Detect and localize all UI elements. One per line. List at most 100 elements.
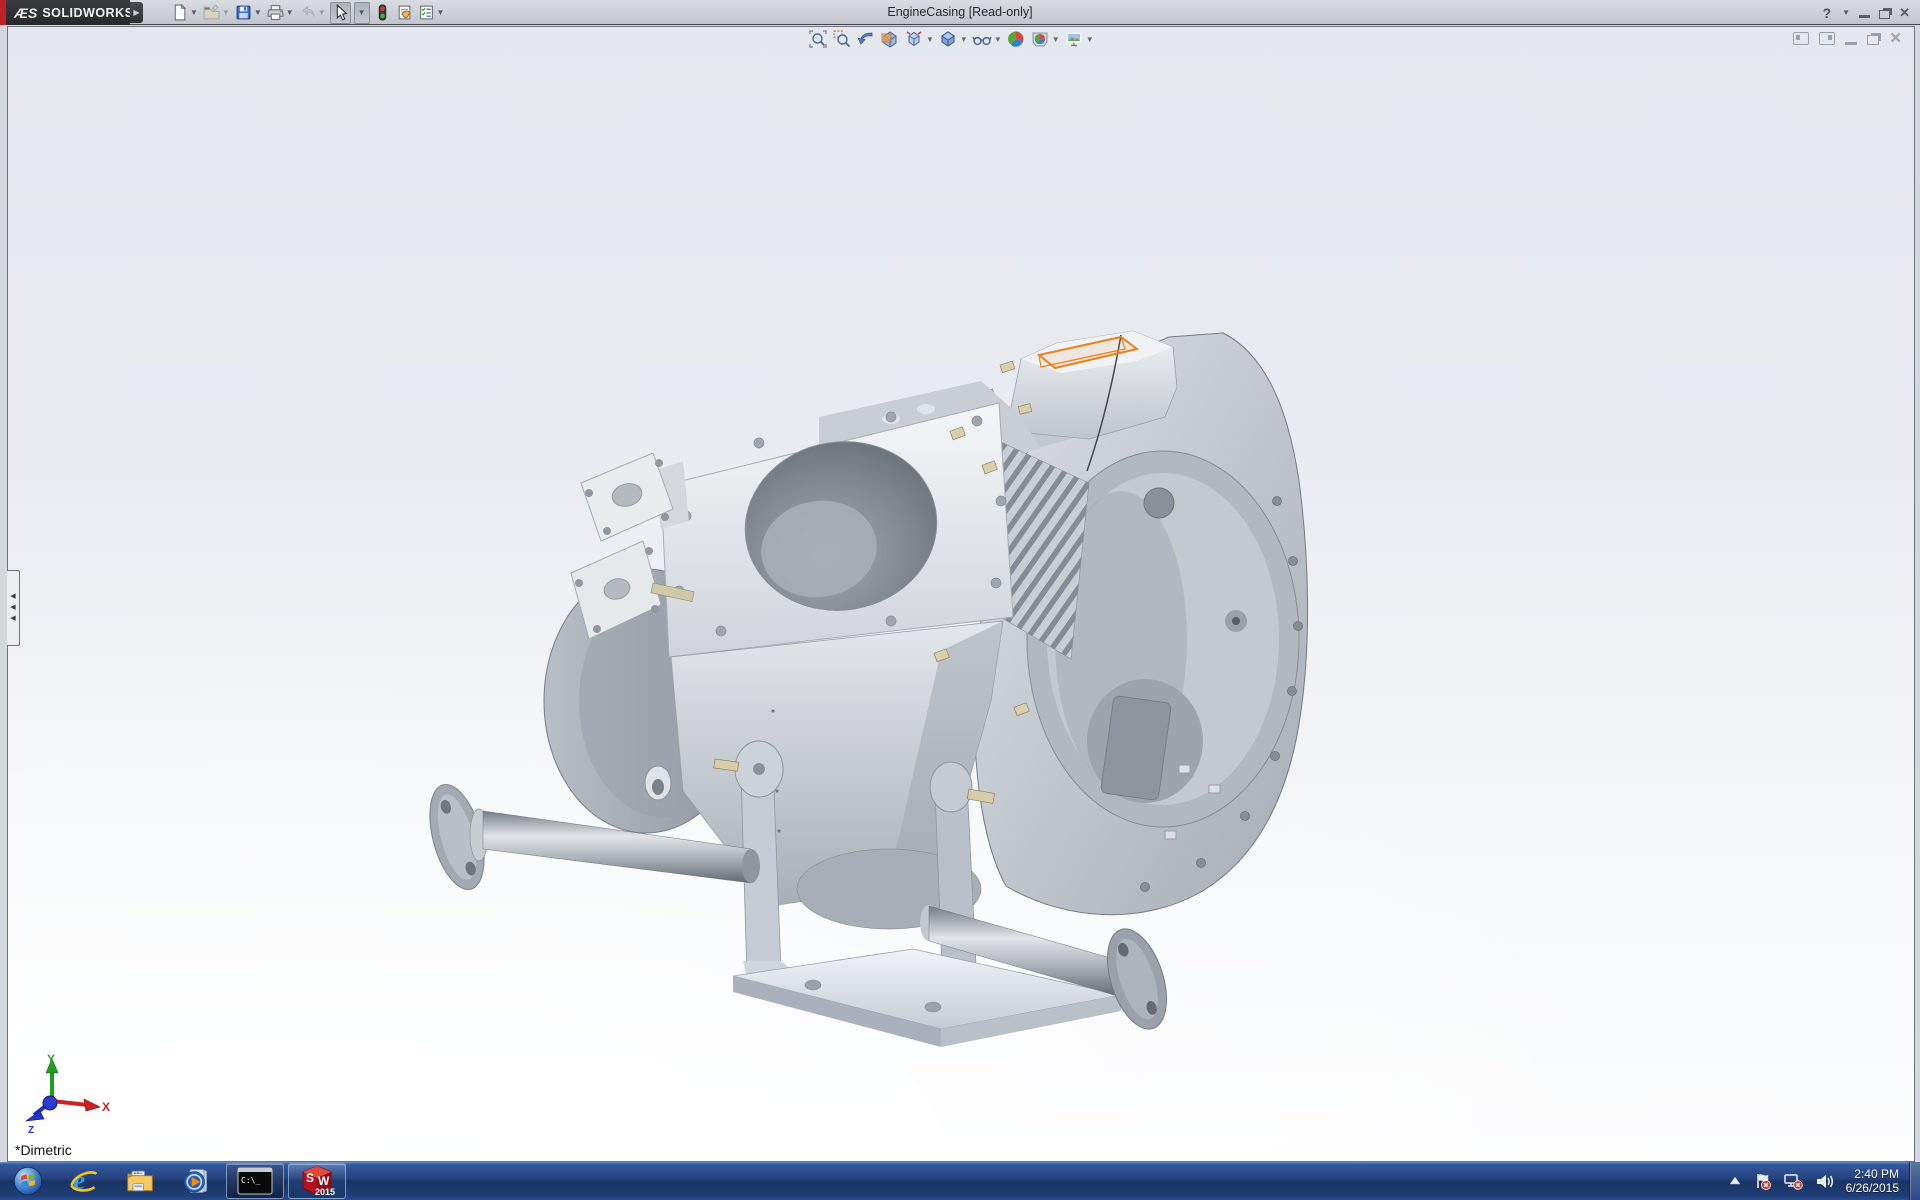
app-logo: ÆS SOLIDWORKS [6, 0, 130, 25]
dropdown-caret-icon[interactable]: ▼ [994, 35, 1002, 44]
minimize-button[interactable] [1859, 15, 1870, 18]
solidworks-2015-icon: S W 2015 [298, 1164, 336, 1198]
dropdown-caret-icon[interactable]: ▼ [437, 8, 445, 17]
solidworks-logo-icon: ÆS [14, 5, 37, 21]
dropdown-caret-icon[interactable]: ▼ [318, 8, 326, 17]
network-status-icon[interactable] [1783, 1172, 1803, 1190]
zoom-to-area-icon [832, 29, 852, 49]
titlebar-controls: ? ▼ ✕ [1823, 0, 1910, 25]
collapsed-panel-tab[interactable]: ◀ ◀ ◀ [7, 570, 20, 646]
hide-show-items-button[interactable]: ▼ [970, 28, 1004, 50]
doc-close-icon[interactable]: ✕ [1889, 31, 1902, 46]
folder-icon [125, 1166, 155, 1196]
dropdown-caret-icon[interactable]: ▼ [1086, 35, 1094, 44]
triad-y-label: Y [47, 1052, 55, 1066]
clock-date: 6/26/2015 [1846, 1181, 1899, 1195]
collapse-right-pane-icon[interactable] [1819, 32, 1835, 45]
select-dropdown[interactable]: ▼ [354, 2, 370, 24]
collapse-left-pane-icon[interactable] [1793, 32, 1809, 45]
options-button[interactable]: ▼ [417, 2, 446, 24]
media-player-button[interactable] [168, 1162, 224, 1200]
action-center-icon[interactable] [1753, 1172, 1771, 1190]
apply-scene-button[interactable]: ▼ [1028, 28, 1062, 50]
select-cursor-icon [332, 4, 349, 21]
print-button[interactable]: ▼ [266, 2, 295, 24]
cmd-label: C:\_ [241, 1176, 260, 1185]
view-orientation-name: *Dimetric [15, 1142, 72, 1158]
sw-year: 2015 [315, 1187, 335, 1197]
undo-button[interactable]: ▼ [298, 2, 327, 24]
view-settings-icon [1064, 29, 1084, 49]
main-toolbar: ▼ ▼ ▼ ▼ ▼ [170, 0, 445, 25]
command-prompt-button[interactable]: C:\_ [226, 1163, 284, 1199]
view-orientation-button[interactable]: ▼ [902, 28, 936, 50]
internet-explorer-icon: e [69, 1166, 99, 1196]
new-document-button[interactable]: ▼ [170, 2, 199, 24]
menu-expand-tab[interactable]: ▶ [130, 2, 143, 23]
dropdown-caret-icon[interactable]: ▼ [190, 8, 198, 17]
select-button[interactable] [330, 2, 351, 24]
document-title: EngineCasing [Read-only] [887, 5, 1032, 19]
internet-explorer-button[interactable]: e [56, 1162, 112, 1200]
restore-button[interactable] [1879, 10, 1890, 19]
show-hidden-icons-button[interactable] [1729, 1176, 1741, 1186]
left-arrow-icon: ◀ [10, 617, 15, 621]
traffic-light-icon [374, 4, 391, 21]
dropdown-caret-icon[interactable]: ▼ [254, 8, 262, 17]
edit-appearance-button[interactable] [1004, 28, 1028, 50]
apply-scene-icon [1030, 29, 1050, 49]
dropdown-caret-icon[interactable]: ▼ [960, 35, 968, 44]
graphics-viewport[interactable]: ▼ ▼ ▼ [7, 26, 1915, 1162]
section-view-button[interactable] [878, 28, 902, 50]
sw-letter-s: S [306, 1171, 314, 1185]
windows-taskbar: e [0, 1162, 1920, 1200]
open-button[interactable]: ▼ [202, 2, 231, 24]
brand-name: SOLIDWORKS [42, 6, 133, 20]
start-orb-icon [13, 1166, 43, 1196]
dropdown-caret-icon[interactable]: ▼ [926, 35, 934, 44]
help-button[interactable]: ? [1823, 5, 1832, 21]
left-arrow-icon: ◀ [10, 606, 15, 610]
zoom-to-area-button[interactable] [830, 28, 854, 50]
show-desktop-button[interactable] [1909, 1162, 1920, 1200]
title-bar: ÆS SOLIDWORKS ▶ ▼ ▼ ▼ [0, 0, 1920, 25]
section-view-icon [880, 29, 900, 49]
start-button[interactable] [0, 1162, 56, 1200]
document-window-controls: ✕ [1793, 31, 1902, 46]
dropdown-caret-icon[interactable]: ▼ [286, 8, 294, 17]
windows-explorer-button[interactable] [112, 1162, 168, 1200]
previous-view-icon [856, 29, 876, 49]
previous-view-button[interactable] [854, 28, 878, 50]
help-dropdown-caret-icon[interactable]: ▼ [1842, 8, 1850, 17]
file-properties-button[interactable] [395, 2, 414, 24]
orientation-triad: Y X Z [12, 1051, 112, 1139]
undo-icon [299, 4, 316, 21]
eyeglasses-icon [972, 29, 992, 49]
left-arrow-icon: ◀ [10, 595, 15, 599]
display-style-button[interactable]: ▼ [936, 28, 970, 50]
media-player-icon [181, 1166, 211, 1196]
triad-z-label: Z [28, 1125, 34, 1136]
volume-icon[interactable] [1815, 1173, 1834, 1190]
open-icon [203, 4, 220, 21]
dropdown-caret-icon[interactable]: ▼ [1052, 35, 1060, 44]
dropdown-caret-icon[interactable]: ▼ [222, 8, 230, 17]
doc-minimize-icon[interactable] [1845, 42, 1857, 45]
options-icon [418, 4, 435, 21]
save-button[interactable]: ▼ [234, 2, 263, 24]
tray-clock[interactable]: 2:40 PM 6/26/2015 [1846, 1167, 1903, 1195]
zoom-to-fit-icon [808, 29, 828, 49]
rebuild-button[interactable] [373, 2, 392, 24]
close-button[interactable]: ✕ [1899, 5, 1910, 21]
zoom-to-fit-button[interactable] [806, 28, 830, 50]
doc-restore-icon[interactable] [1867, 35, 1879, 45]
print-icon [267, 4, 284, 21]
command-prompt-icon: C:\_ [237, 1167, 273, 1195]
solidworks-2015-button[interactable]: S W 2015 [288, 1163, 346, 1199]
sw-letter-w: W [318, 1174, 330, 1188]
taskbar-items: e [0, 1162, 348, 1200]
triad-x-label: X [102, 1100, 110, 1114]
file-properties-icon [396, 4, 413, 21]
engine-casing-3d-model[interactable] [421, 321, 1321, 1081]
view-settings-button[interactable]: ▼ [1062, 28, 1096, 50]
